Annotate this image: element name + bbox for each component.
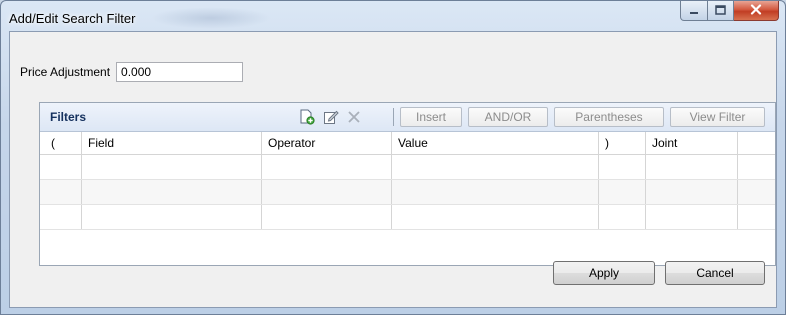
table-cell[interactable] <box>599 155 646 179</box>
cancel-button[interactable]: Cancel <box>665 261 765 285</box>
column-header-field[interactable]: Field <box>82 132 262 154</box>
table-cell <box>738 205 775 229</box>
toolbar-separator <box>393 108 394 126</box>
filters-title: Filters <box>50 110 87 124</box>
parentheses-button[interactable]: Parentheses <box>554 107 664 127</box>
maximize-icon <box>715 4 726 18</box>
filters-toolbar: Filters Insert AND/OR Parentheses View F… <box>40 103 775 132</box>
column-header-joint[interactable]: Joint <box>646 132 738 154</box>
dialog-client-area: Price Adjustment Filters <box>9 31 777 308</box>
table-cell[interactable] <box>599 205 646 229</box>
table-cell[interactable] <box>262 205 392 229</box>
title-bar[interactable]: Add/Edit Search Filter <box>1 1 785 31</box>
window-title: Add/Edit Search Filter <box>9 11 136 26</box>
table-cell[interactable] <box>262 155 392 179</box>
view-filter-button[interactable]: View Filter <box>670 107 765 127</box>
table-cell[interactable] <box>40 155 82 179</box>
table-row[interactable] <box>40 155 775 180</box>
table-cell[interactable] <box>599 180 646 204</box>
table-cell[interactable] <box>40 180 82 204</box>
table-cell <box>738 180 775 204</box>
minimize-icon <box>689 4 699 18</box>
table-cell[interactable] <box>646 205 738 229</box>
minimize-button[interactable] <box>680 1 708 21</box>
price-adjustment-row: Price Adjustment <box>20 62 244 82</box>
insert-button[interactable]: Insert <box>400 107 462 127</box>
column-header-filler <box>738 132 775 154</box>
table-cell[interactable] <box>392 155 599 179</box>
table-cell[interactable] <box>646 155 738 179</box>
close-button[interactable] <box>734 1 779 21</box>
dialog-window: Add/Edit Search Filter Price Adjustment <box>0 0 786 315</box>
table-cell[interactable] <box>82 205 262 229</box>
table-cell[interactable] <box>392 180 599 204</box>
filters-panel: Filters Insert AND/OR Parentheses View F… <box>39 102 776 266</box>
caption-buttons <box>680 1 779 21</box>
table-cell[interactable] <box>40 205 82 229</box>
column-header-value[interactable]: Value <box>392 132 599 154</box>
column-header-open-paren[interactable]: ( <box>40 132 82 154</box>
table-row[interactable] <box>40 205 775 230</box>
delete-filter-icon[interactable] <box>345 108 363 126</box>
grid-header-row: ( Field Operator Value ) Joint <box>40 132 775 155</box>
title-glass-glow <box>151 7 271 29</box>
table-cell[interactable] <box>82 180 262 204</box>
price-adjustment-input[interactable] <box>116 62 244 82</box>
column-header-close-paren[interactable]: ) <box>599 132 646 154</box>
maximize-button[interactable] <box>708 1 734 21</box>
table-cell[interactable] <box>82 155 262 179</box>
close-icon <box>750 3 762 18</box>
table-cell[interactable] <box>646 180 738 204</box>
table-cell <box>738 155 775 179</box>
price-adjustment-label: Price Adjustment <box>20 65 111 79</box>
table-cell[interactable] <box>262 180 392 204</box>
column-header-operator[interactable]: Operator <box>262 132 392 154</box>
apply-button[interactable]: Apply <box>553 261 655 285</box>
and-or-button[interactable]: AND/OR <box>468 107 548 127</box>
filters-grid: ( Field Operator Value ) Joint <box>40 132 775 230</box>
add-filter-icon[interactable] <box>298 108 316 126</box>
table-cell[interactable] <box>392 205 599 229</box>
edit-filter-icon[interactable] <box>322 108 340 126</box>
table-row[interactable] <box>40 180 775 205</box>
